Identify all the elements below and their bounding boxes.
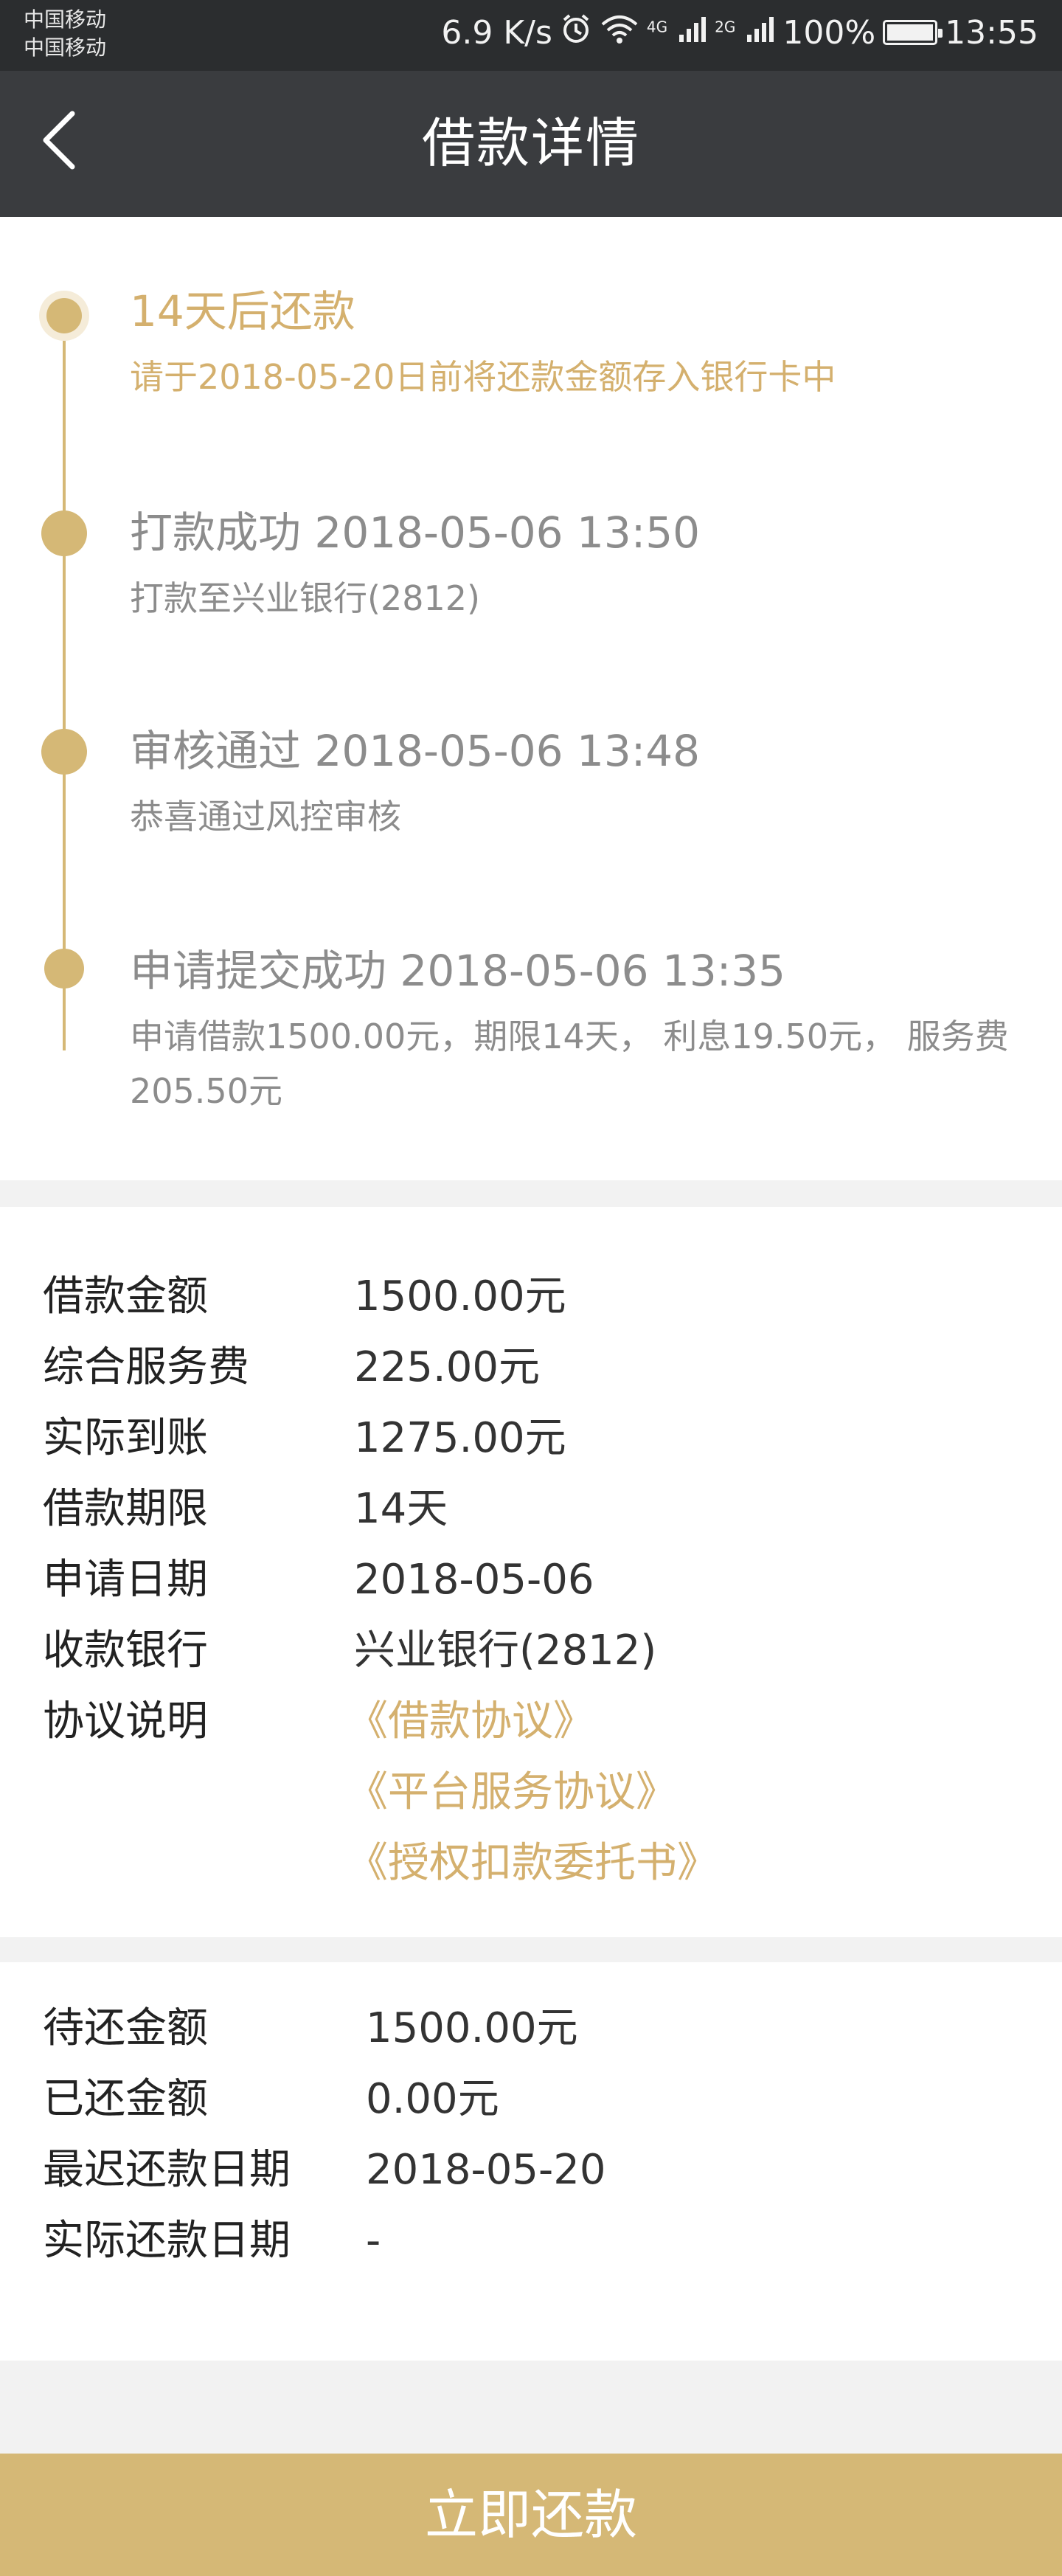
page-title: 借款详情 bbox=[421, 112, 640, 174]
wifi-icon bbox=[600, 13, 639, 53]
network-2g-label: 2G bbox=[715, 17, 736, 35]
clock-time: 13:55 bbox=[945, 13, 1038, 52]
info-value: 1275.00元 bbox=[354, 1414, 566, 1462]
info-label: 实际到账 bbox=[43, 1414, 208, 1462]
status-icons: 6.9 K/s 4G 2G 100% 13:55 bbox=[441, 10, 1038, 55]
info-value: 2018-05-06 bbox=[354, 1556, 594, 1604]
repay-value: 0.00元 bbox=[366, 2075, 499, 2123]
info-label: 协议说明 bbox=[43, 1697, 208, 1745]
timeline-dot bbox=[41, 729, 87, 775]
battery-icon bbox=[883, 20, 943, 45]
info-label: 收款银行 bbox=[43, 1627, 208, 1675]
repay-label: 已还金额 bbox=[43, 2075, 208, 2123]
repay-label: 待还金额 bbox=[43, 2004, 208, 2052]
info-value: 兴业银行(2812) bbox=[354, 1627, 657, 1675]
info-label: 借款金额 bbox=[43, 1273, 208, 1320]
info-value: 14天 bbox=[354, 1485, 448, 1533]
network-speed: 6.9 K/s bbox=[441, 13, 552, 52]
timeline-title: 打款成功 2018-05-06 13:50 bbox=[130, 508, 701, 558]
signal-4g-icon: 4G bbox=[647, 14, 707, 52]
loan-agreement-link[interactable]: 《借款协议》 bbox=[347, 1686, 594, 1757]
nav-bar: 借款详情 bbox=[0, 71, 1062, 217]
repay-now-button[interactable]: 立即还款 bbox=[0, 2454, 1062, 2576]
timeline-desc: 恭喜通过风控审核 bbox=[130, 797, 401, 837]
info-label: 申请日期 bbox=[43, 1556, 208, 1604]
carrier-info: 中国移动 中国移动 bbox=[24, 6, 106, 62]
timeline-title: 14天后还款 bbox=[130, 286, 355, 336]
carrier-2: 中国移动 bbox=[24, 35, 107, 60]
info-label: 综合服务费 bbox=[43, 1343, 249, 1391]
carrier-1: 中国移动 bbox=[24, 7, 107, 32]
timeline-desc: 请于2018-05-20日前将还款金额存入银行卡中 bbox=[130, 357, 836, 397]
repay-label: 实际还款日期 bbox=[43, 2217, 291, 2265]
network-4g-label: 4G bbox=[646, 17, 668, 35]
info-value: 225.00元 bbox=[354, 1343, 540, 1391]
battery-percent: 100% bbox=[782, 13, 876, 52]
timeline-title: 申请提交成功 2018-05-06 13:35 bbox=[130, 946, 786, 996]
platform-service-agreement-link[interactable]: 《平台服务协议》 bbox=[347, 1757, 677, 1828]
info-value: 1500.00元 bbox=[354, 1273, 566, 1320]
timeline-dot bbox=[44, 949, 84, 988]
timeline-line bbox=[63, 313, 66, 1050]
timeline-dot-active bbox=[46, 298, 82, 333]
alarm-icon bbox=[560, 13, 592, 53]
loan-info-card: 借款金额 1500.00元 综合服务费 225.00元 实际到账 1275.00… bbox=[0, 1207, 1062, 1937]
debit-authorization-link[interactable]: 《授权扣款委托书》 bbox=[347, 1828, 718, 1899]
repay-value: 2018-05-20 bbox=[366, 2146, 606, 2194]
repay-value: 1500.00元 bbox=[366, 2004, 578, 2052]
repay-label: 最迟还款日期 bbox=[43, 2146, 291, 2194]
signal-2g-icon: 2G bbox=[715, 14, 775, 52]
timeline-desc: 申请借款1500.00元，期限14天， 利息19.50元， 服务费205.50元 bbox=[130, 1017, 1009, 1111]
status-bar: 中国移动 中国移动 6.9 K/s 4G 2G 100% 13:55 bbox=[0, 0, 1062, 71]
timeline-card: 14天后还款 请于2018-05-20日前将还款金额存入银行卡中 打款成功 20… bbox=[0, 217, 1062, 1180]
info-label: 借款期限 bbox=[43, 1485, 208, 1533]
repayment-card: 待还金额 1500.00元 已还金额 0.00元 最迟还款日期 2018-05-… bbox=[0, 1962, 1062, 2361]
timeline-desc: 打款至兴业银行(2812) bbox=[130, 578, 480, 618]
timeline-title: 审核通过 2018-05-06 13:48 bbox=[130, 726, 701, 776]
timeline-dot bbox=[41, 510, 87, 556]
repay-value: - bbox=[366, 2217, 381, 2265]
